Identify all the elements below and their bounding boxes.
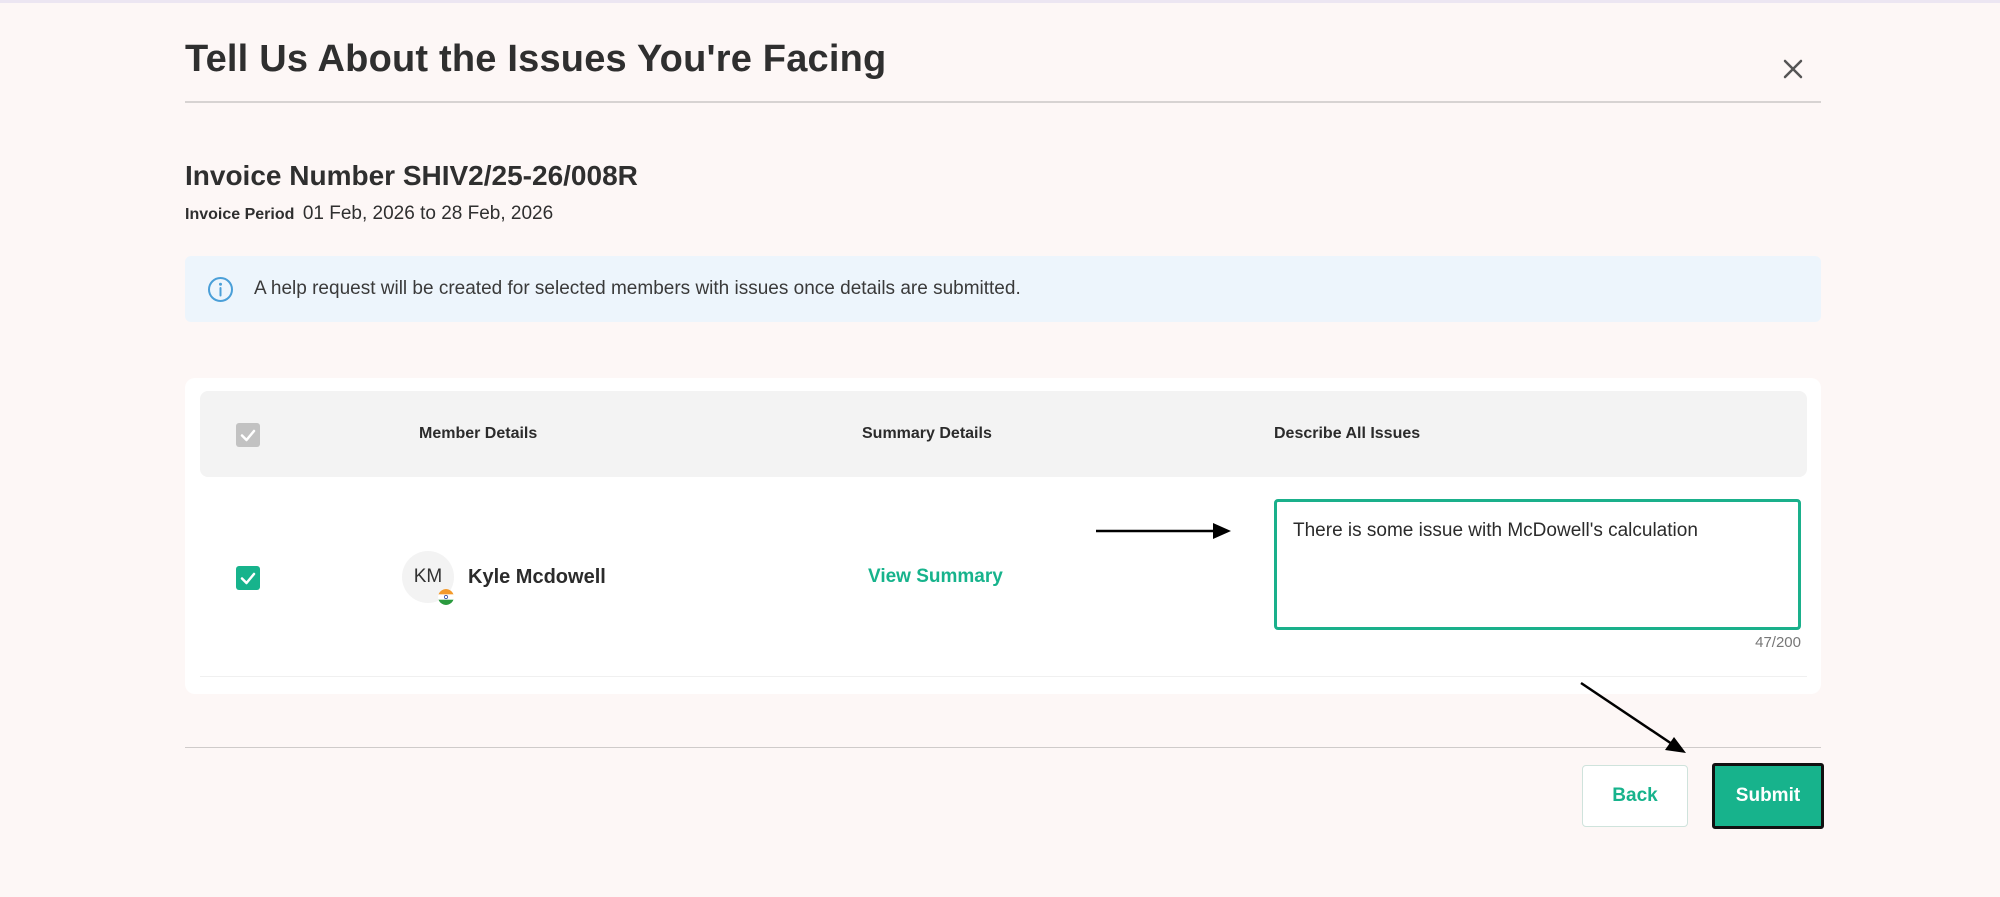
info-banner: A help request will be created for selec… (185, 256, 1821, 322)
member-name: Kyle Mcdowell (468, 566, 606, 588)
table-header: Member Details Summary Details Describe … (200, 391, 1807, 477)
view-summary-link[interactable]: View Summary (868, 566, 1003, 588)
header-member-details: Member Details (419, 425, 538, 442)
invoice-period: Invoice Period 01 Feb, 2026 to 28 Feb, 2… (185, 203, 553, 225)
checkmark-icon (240, 429, 256, 442)
header-summary-details: Summary Details (862, 425, 992, 442)
table-row: KM Kyle Mcdowell View Summary There is s… (200, 477, 1807, 677)
info-banner-text: A help request will be created for selec… (254, 278, 1021, 299)
checkmark-icon (240, 572, 256, 585)
char-counter: 47/200 (1755, 634, 1801, 651)
modal-title: Tell Us About the Issues You're Facing (185, 38, 887, 80)
issue-description-input[interactable]: There is some issue with McDowell's calc… (1274, 499, 1801, 630)
row-checkbox[interactable] (236, 566, 260, 590)
invoice-period-value: 01 Feb, 2026 to 28 Feb, 2026 (302, 203, 554, 224)
close-button[interactable] (1776, 52, 1810, 86)
india-flag-icon (438, 589, 454, 605)
invoice-number: Invoice Number SHIV2/25-26/008R (185, 160, 638, 191)
issues-modal: Tell Us About the Issues You're Facing I… (185, 0, 1824, 897)
members-table: Member Details Summary Details Describe … (185, 378, 1821, 694)
header-describe-issues: Describe All Issues (1274, 425, 1421, 442)
info-icon (208, 277, 233, 302)
footer-divider (185, 747, 1821, 748)
close-icon (1783, 59, 1803, 79)
avatar-initials: KM (413, 566, 443, 587)
invoice-period-label: Invoice Period (185, 206, 295, 223)
header-divider (185, 101, 1821, 103)
submit-button[interactable]: Submit (1712, 763, 1824, 829)
select-all-checkbox[interactable] (236, 423, 260, 447)
back-button[interactable]: Back (1582, 765, 1688, 827)
